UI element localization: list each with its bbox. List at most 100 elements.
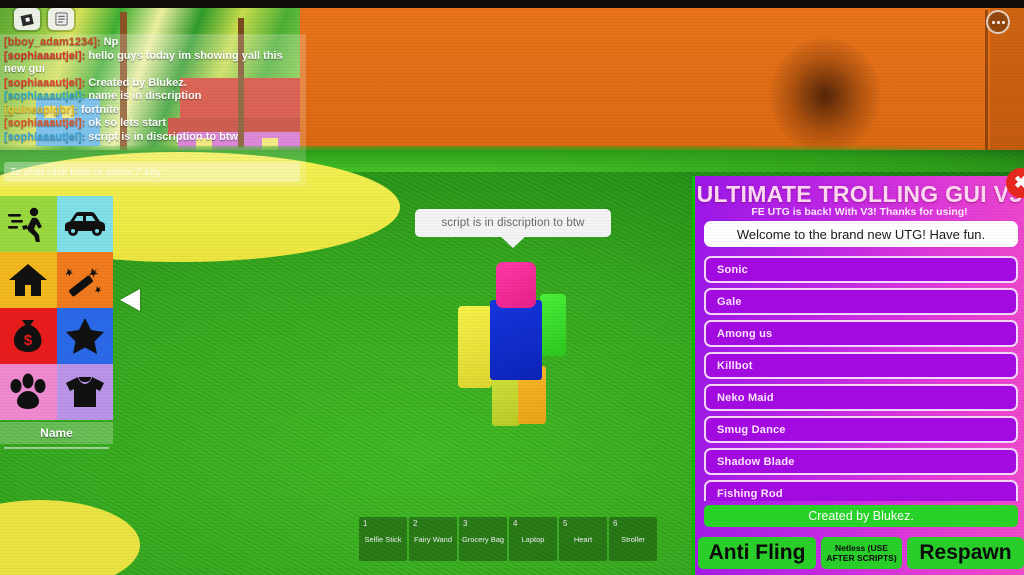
chat-text: ok so lets start: [88, 117, 166, 129]
chat-message-list: [bboy_adam1234]: Np [sophiaaautjel]: hell…: [4, 36, 304, 144]
avatar-left-leg: [492, 374, 520, 426]
hotbar-slot-label: Fairy Wand: [413, 534, 453, 544]
utg-action-button[interactable]: Netless (USE AFTER SCRIPTS): [821, 537, 902, 569]
chat-message: [sophiaaautjel]: ok so lets start: [4, 117, 304, 131]
chat-input[interactable]: To chat click here or press '/' key: [4, 162, 300, 182]
shop-icon-panel: $ Name: [0, 196, 113, 449]
avatar-right-arm: [540, 294, 566, 356]
svg-text:$: $: [24, 332, 33, 349]
utg-script-label: Smug Dance: [717, 423, 786, 436]
chat-message: [bboy_adam1234]: Np: [4, 36, 304, 50]
house-icon[interactable]: [0, 252, 57, 308]
chat-username: [sophiaaautjel]:: [4, 49, 89, 62]
roblox-logo-icon[interactable]: [14, 8, 40, 30]
chat-message: [sophiaaautjel]: script is in discriptio…: [4, 131, 304, 145]
hotbar-slot-label: Grocery Bag: [461, 534, 505, 544]
close-icon-glyph: ✖: [1013, 173, 1024, 192]
hotbar-slot-number: 6: [613, 519, 618, 528]
chat-username: [sophiaaautjel]:: [4, 130, 89, 143]
chat-username: [bboy_adam1234]:: [4, 36, 104, 48]
chat-username: [guineapigbr]:: [4, 103, 81, 116]
avatar-left-arm: [458, 306, 492, 388]
chat-text: Created by Blukez.: [88, 76, 187, 89]
hotbar-slot-label: Laptop: [521, 534, 545, 544]
utg-script-button[interactable]: Fishing Rod: [704, 480, 1018, 501]
name-plate-underline: [4, 447, 109, 449]
hotbar-slot-number: 1: [363, 519, 368, 528]
car-icon[interactable]: [56, 196, 113, 252]
chat-username: [sophiaaautjel]:: [4, 117, 89, 129]
chat-input-placeholder: To chat click here or press '/' key: [10, 166, 162, 178]
hotbar-slot[interactable]: 6 Stroller: [609, 517, 657, 561]
utg-script-button[interactable]: Among us: [704, 320, 1018, 347]
hotbar-slot[interactable]: 3 Grocery Bag: [459, 517, 507, 561]
utg-script-label: Among us: [717, 327, 773, 340]
utg-credit-label: Created by Blukez.: [808, 509, 914, 523]
dot: [991, 20, 995, 24]
utg-script-label: Fishing Rod: [717, 487, 783, 500]
hotbar-slot-number: 4: [513, 519, 518, 528]
utg-welcome-text: Welcome to the brand new UTG! Have fun.: [736, 226, 986, 242]
runner-icon[interactable]: [0, 196, 57, 252]
utg-script-label: Neko Maid: [717, 391, 774, 404]
hotbar: 1 Selfie Stick 2 Fairy Wand 3 Grocery Bag 4 Lap…: [359, 517, 657, 561]
wall-smudge: [770, 38, 880, 153]
utg-welcome-box: Welcome to the brand new UTG! Have fun.: [704, 221, 1018, 247]
utg-action-label: Respawn: [919, 541, 1012, 564]
game-screenshot: script is in discription to btw [bboy_ad…: [0, 0, 1024, 575]
hotbar-slot[interactable]: 2 Fairy Wand: [409, 517, 457, 561]
utg-script-label: Gale: [717, 295, 742, 308]
chat-text: script is in discription to btw: [88, 130, 239, 143]
icon-grid: $: [0, 196, 113, 420]
utg-script-button[interactable]: Shadow Blade: [704, 448, 1018, 475]
utg-bottom-buttons: Anti Fling Netless (USE AFTER SCRIPTS) Res…: [698, 537, 1024, 569]
player-avatar: [458, 262, 580, 426]
speech-bubble-text: script is in discription to btw: [441, 217, 585, 229]
utg-action-label: Anti Fling: [708, 541, 806, 564]
hotbar-slot-label: Stroller: [621, 534, 645, 544]
hotbar-slot[interactable]: 5 Heart: [559, 517, 607, 561]
name-plate: Name: [0, 422, 113, 444]
shirt-icon[interactable]: [56, 364, 113, 420]
chat-username: [sophiaaautjel]:: [4, 90, 89, 102]
chat-message: [guineapigbr]: fortnite: [4, 104, 304, 118]
hotbar-slot-label: Selfie Stick: [364, 534, 402, 544]
utg-script-button[interactable]: Sonic: [704, 256, 1018, 283]
avatar-head: [496, 262, 536, 308]
hotbar-slot-number: 3: [463, 519, 468, 528]
star-icon[interactable]: [56, 308, 113, 364]
utg-script-button[interactable]: Gale: [704, 288, 1018, 315]
utg-panel: ULTIMATE TROLLING GUI V3 FE UTG is back!…: [692, 168, 1024, 575]
top-bar: [0, 0, 1024, 34]
menu-list-icon[interactable]: [48, 8, 74, 30]
magic-wand-icon[interactable]: [56, 252, 113, 308]
hotbar-slot[interactable]: 1 Selfie Stick: [359, 517, 407, 561]
utg-script-button[interactable]: Smug Dance: [704, 416, 1018, 443]
hotbar-slot-number: 2: [413, 519, 418, 528]
utg-subtitle: FE UTG is back! With V3! Thanks for usin…: [751, 206, 968, 218]
more-options-icon[interactable]: [986, 10, 1010, 34]
pointer-arrow-icon: [120, 289, 140, 311]
utg-action-button[interactable]: Respawn: [907, 537, 1024, 569]
utg-script-button[interactable]: Neko Maid: [704, 384, 1018, 411]
utg-action-button[interactable]: Anti Fling: [698, 537, 816, 569]
money-bag-icon[interactable]: $: [0, 308, 57, 364]
utg-script-label: Killbot: [717, 359, 753, 372]
utg-script-button[interactable]: Killbot: [704, 352, 1018, 379]
utg-script-label: Sonic: [717, 263, 748, 276]
name-plate-label: Name: [40, 426, 73, 440]
hotbar-slot-number: 5: [563, 519, 568, 528]
chat-message: [sophiaaautjel]: name is in discription: [4, 90, 304, 104]
chat-username: [sophiaaautjel]:: [4, 76, 89, 89]
utg-credit-button[interactable]: Created by Blukez.: [704, 505, 1018, 527]
dot: [996, 20, 1000, 24]
avatar-torso: [490, 300, 542, 380]
hotbar-slot[interactable]: 4 Laptop: [509, 517, 557, 561]
chat-text: fortnite: [81, 103, 119, 116]
chat-speech-bubble: script is in discription to btw: [415, 209, 611, 237]
chat-window[interactable]: [bboy_adam1234]: Np [sophiaaautjel]: hell…: [0, 34, 306, 186]
chat-text: Np: [103, 36, 119, 48]
paw-print-icon[interactable]: [0, 364, 57, 420]
utg-script-list[interactable]: Sonic Gale Among us Killbot Neko Maid Smug Da…: [704, 256, 1018, 501]
chat-message: [sophiaaautjel]: Created by Blukez.: [4, 77, 304, 91]
